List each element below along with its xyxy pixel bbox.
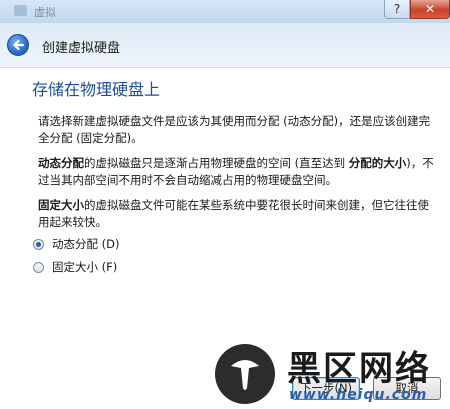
wizard-title: 创建虚拟硬盘 <box>42 41 121 56</box>
dynamic-description: 动态分配的虚拟磁盘只是逐渐占用物理硬盘的空间 (直至达到 分配的大小)，不过当其… <box>38 155 438 189</box>
close-button[interactable]: ✕ <box>410 0 450 19</box>
back-arrow-icon <box>13 39 25 51</box>
cancel-button[interactable]: 取消 <box>373 377 441 400</box>
back-button[interactable] <box>7 34 29 56</box>
fixed-term: 固定大小 <box>38 198 84 212</box>
radio-fixed[interactable] <box>33 261 44 273</box>
description-paragraph: 请选择新建虚拟硬盘文件是应该为其使用而分配 (动态分配)，还是应该创建完全分配 … <box>38 114 431 145</box>
dynamic-term: 动态分配 <box>38 156 84 170</box>
option-dynamic-label: 动态分配 (D) <box>52 237 120 251</box>
app-icon <box>14 5 27 16</box>
fixed-description: 固定大小的虚拟磁盘文件可能在某些系统中要花很长时间来创建，但它往往使用起来较快。 <box>38 197 438 231</box>
option-fixed[interactable]: 固定大小 (F) <box>33 259 117 275</box>
wizard-header: 创建虚拟硬盘 <box>0 23 450 68</box>
allocated-size-term: 分配的大小 <box>348 156 407 170</box>
dynamic-text-1: 的虚拟磁盘只是逐渐占用物理硬盘的空间 (直至达到 <box>84 156 349 170</box>
option-fixed-label: 固定大小 (F) <box>52 260 118 274</box>
next-button[interactable]: 下一步(N) <box>292 377 360 400</box>
window-title: 虚拟 <box>34 6 56 19</box>
fixed-text: 的虚拟磁盘文件可能在某些系统中要花很长时间来创建，但它往往使用起来较快。 <box>38 198 429 229</box>
title-bar: 虚拟 ? ✕ <box>0 0 450 23</box>
radio-dynamic[interactable] <box>33 238 44 250</box>
page-heading: 存储在物理硬盘上 <box>32 80 161 99</box>
watermark-logo-icon <box>215 344 275 404</box>
help-button[interactable]: ? <box>384 0 410 19</box>
option-dynamic[interactable]: 动态分配 (D) <box>33 236 119 252</box>
